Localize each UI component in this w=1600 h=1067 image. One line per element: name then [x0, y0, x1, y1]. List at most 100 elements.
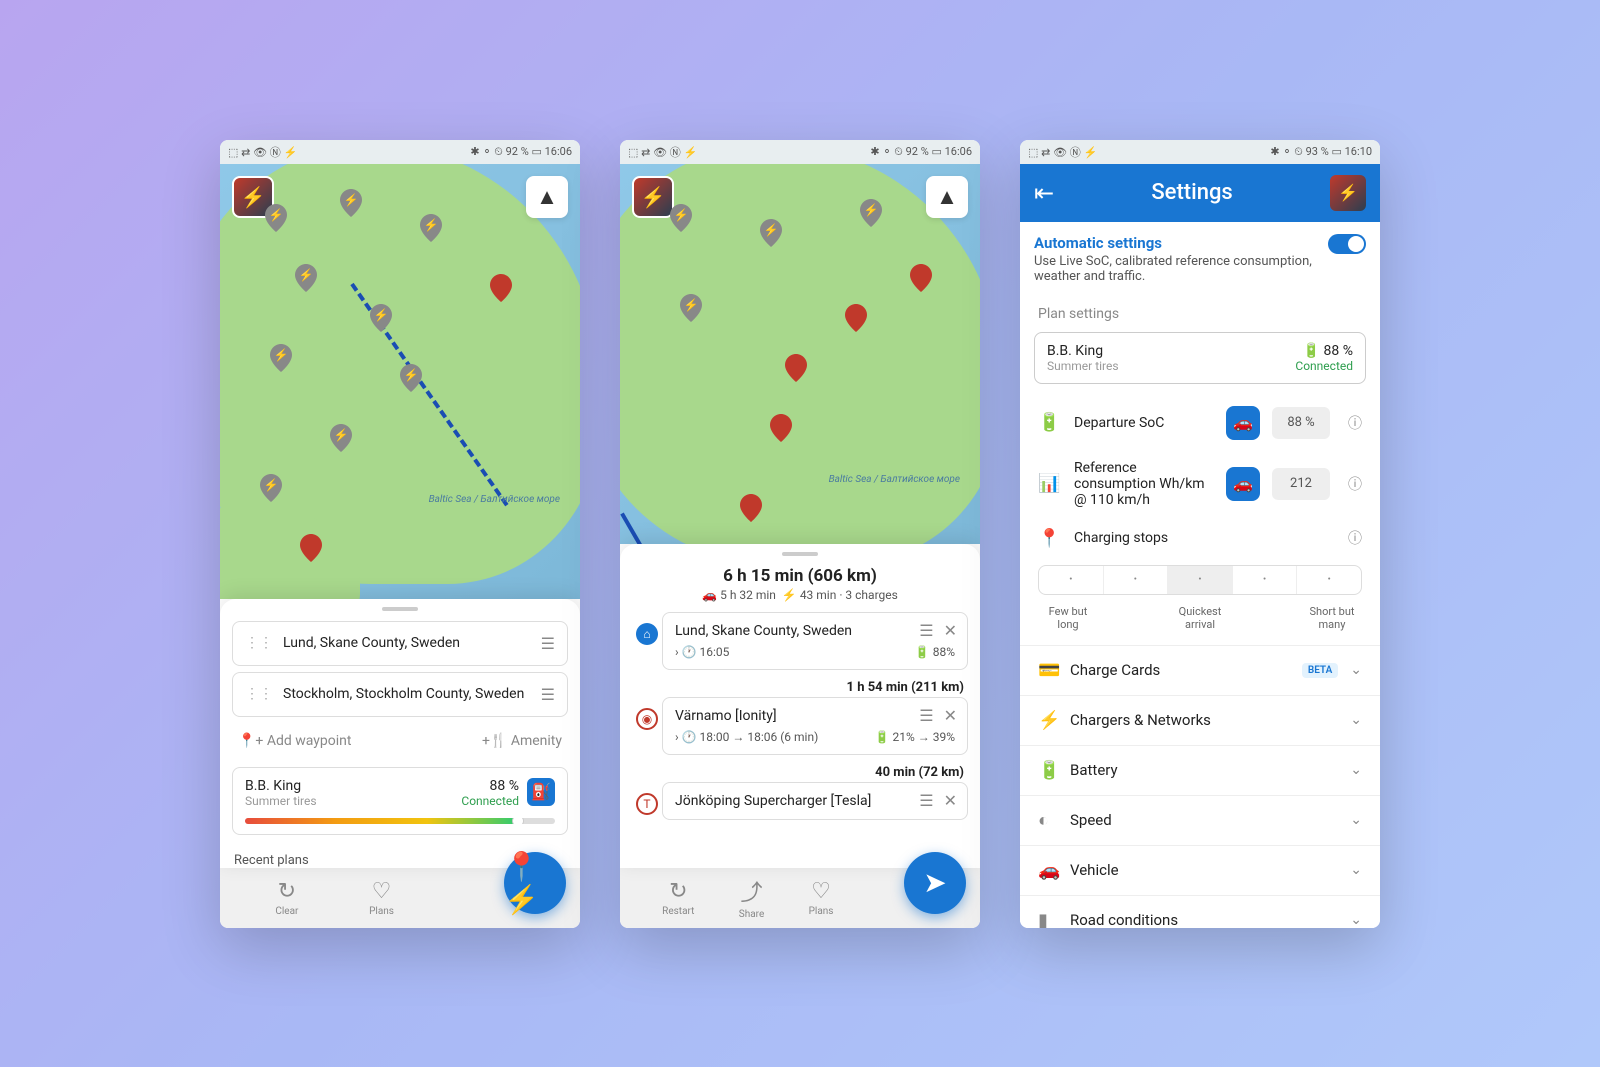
- info-icon[interactable]: ⓘ: [1348, 528, 1362, 548]
- app-logo[interactable]: ⚡: [1330, 175, 1366, 211]
- compass-button[interactable]: ▲: [926, 176, 968, 218]
- svg-text:⚡: ⚡: [674, 208, 689, 222]
- map[interactable]: ⚡ ▲ ⚡ ⚡ ⚡ ⚡ Baltic Sea / Балтийское море: [620, 164, 980, 544]
- nav-plans[interactable]: ♡Plans: [809, 879, 834, 917]
- close-icon[interactable]: ✕: [944, 621, 957, 640]
- route-stop-charger[interactable]: T Jönköping Supercharger [Tesla] ☰✕: [662, 782, 968, 820]
- nav-plans[interactable]: ♡Plans: [369, 879, 394, 917]
- charger-pin[interactable]: ⚡: [420, 214, 442, 242]
- drag-grip-icon: ⋮⋮: [245, 686, 273, 702]
- battery-icon: 🔋: [1038, 760, 1058, 781]
- app-logo[interactable]: ⚡: [632, 176, 674, 218]
- charger-pin[interactable]: ⚡: [260, 474, 282, 502]
- nav-share[interactable]: ⤴Share: [739, 875, 764, 920]
- charger-pin[interactable]: ⚡: [270, 344, 292, 372]
- ref-cons-value[interactable]: 212: [1272, 468, 1330, 500]
- auto-toggle[interactable]: [1328, 234, 1366, 254]
- trip-subtitle: 🚗 5 h 32 min ⚡ 43 min · 3 charges: [620, 588, 980, 602]
- charger-pin[interactable]: ⚡: [265, 204, 287, 232]
- chevron-down-icon: ⌄: [1350, 712, 1362, 728]
- battery-row[interactable]: 🔋 Battery ⌄: [1020, 745, 1380, 795]
- destination-pin[interactable]: [490, 274, 512, 302]
- destination-input[interactable]: ⋮⋮ Stockholm, Stockholm County, Sweden ☰: [232, 672, 568, 717]
- charge-stop-pin[interactable]: [845, 304, 867, 332]
- close-icon[interactable]: ✕: [944, 706, 957, 725]
- battery-slider[interactable]: [245, 818, 555, 824]
- charge-stop-pin[interactable]: [785, 354, 807, 382]
- auto-button[interactable]: 🚗: [1226, 406, 1260, 440]
- status-left: ⬚ ⇄ 👁 Ⓝ ⚡: [628, 144, 697, 160]
- charger-pin[interactable]: ⚡: [680, 294, 702, 322]
- destination-pin[interactable]: [910, 264, 932, 292]
- charger-pin[interactable]: ⚡: [340, 189, 362, 217]
- plan-route-fab[interactable]: 📍⚡: [504, 852, 566, 914]
- route-stop-origin[interactable]: ⌂ Lund, Skane County, Sweden ☰✕ › 🕐 16:0…: [662, 612, 968, 670]
- nav-clear[interactable]: ↻Clear: [275, 879, 298, 917]
- svg-text:⚡: ⚡: [404, 368, 419, 382]
- chevron-down-icon: ⌄: [1350, 762, 1362, 778]
- drag-handle[interactable]: [382, 607, 418, 611]
- tune-icon[interactable]: ☰: [919, 791, 933, 810]
- auto-title: Automatic settings: [1034, 234, 1318, 252]
- charge-stop-pin[interactable]: [770, 414, 792, 442]
- nav-restart[interactable]: ↻Restart: [662, 879, 694, 917]
- compass-button[interactable]: ▲: [526, 176, 568, 218]
- svg-text:⚡: ⚡: [334, 428, 349, 442]
- vehicle-row[interactable]: 🚗 Vehicle ⌄: [1020, 845, 1380, 895]
- chargers-row[interactable]: ⚡ Chargers & Networks ⌄: [1020, 695, 1380, 745]
- vehicle-status: Connected: [1295, 359, 1353, 373]
- status-bar: ⬚ ⇄ 👁 Ⓝ ⚡ ✱ ⚬ ⏲ 93 % ▭ 16:10: [1020, 140, 1380, 164]
- charge-cards-row[interactable]: 💳 Charge Cards BETA ⌄: [1020, 645, 1380, 695]
- settings-body[interactable]: Automatic settings Use Live SoC, calibra…: [1020, 222, 1380, 928]
- origin-pin[interactable]: [300, 534, 322, 562]
- drag-handle[interactable]: [782, 552, 818, 556]
- departure-soc-value[interactable]: 88 %: [1272, 407, 1330, 439]
- beta-badge: BETA: [1302, 663, 1338, 678]
- info-icon[interactable]: ⓘ: [1348, 413, 1362, 433]
- sea-label: Baltic Sea / Балтийское море: [829, 474, 960, 485]
- info-icon[interactable]: ⓘ: [1348, 474, 1362, 494]
- bottom-sheet[interactable]: 6 h 15 min (606 km) 🚗 5 h 32 min ⚡ 43 mi…: [620, 544, 980, 868]
- vehicle-card[interactable]: B.B. King Summer tires 88 % Connected ⛽: [232, 767, 568, 835]
- amenity-button[interactable]: +🍴 Amenity: [482, 733, 562, 749]
- charger-pin[interactable]: ⚡: [295, 264, 317, 292]
- charger-pin[interactable]: ⚡: [760, 219, 782, 247]
- svg-text:⚡: ⚡: [344, 193, 359, 207]
- screen-route-result: ⬚ ⇄ 👁 Ⓝ ⚡ ✱ ⚬ ⏲ 92 % ▭ 16:06 ⚡ ▲ ⚡ ⚡ ⚡ ⚡…: [620, 140, 980, 928]
- departure-soc-label: Departure SoC: [1074, 415, 1214, 431]
- charger-pin[interactable]: ⚡: [400, 364, 422, 392]
- charger-pin[interactable]: ⚡: [330, 424, 352, 452]
- charge-strategy-slider[interactable]: ·····: [1038, 565, 1362, 595]
- tune-icon[interactable]: ☰: [541, 685, 555, 704]
- back-button[interactable]: ⇤: [1034, 179, 1054, 207]
- screen-plan-input: ⬚ ⇄ 👁 Ⓝ ⚡ ✱ ⚬ ⏲ 92 % ▭ 16:06 ⚡ ▲ ⚡ ⚡ ⚡ ⚡…: [220, 140, 580, 928]
- svg-text:⚡: ⚡: [269, 208, 284, 222]
- map[interactable]: ⚡ ▲ ⚡ ⚡ ⚡ ⚡ ⚡ ⚡ ⚡ ⚡ ⚡ Baltic Sea / Балти…: [220, 164, 580, 599]
- departure-soc-row: 🔋 Departure SoC 🚗 88 % ⓘ: [1020, 396, 1380, 450]
- navigate-fab[interactable]: ➤: [904, 852, 966, 914]
- plan-settings-label: Plan settings: [1020, 296, 1380, 328]
- vehicle-box[interactable]: B.B. King Summer tires 🔋 88 % Connected: [1034, 332, 1366, 384]
- charger-pin[interactable]: ⚡: [670, 204, 692, 232]
- road-row[interactable]: ▮ Road conditions ⌄: [1020, 895, 1380, 928]
- svg-text:⚡: ⚡: [764, 223, 779, 237]
- tune-icon[interactable]: ☰: [541, 634, 555, 653]
- tune-icon[interactable]: ☰: [919, 706, 933, 725]
- bars-icon: 📊: [1038, 473, 1062, 494]
- bottom-sheet[interactable]: ⋮⋮ Lund, Skane County, Sweden ☰ ⋮⋮ Stock…: [220, 599, 580, 868]
- origin-pin[interactable]: [740, 494, 762, 522]
- close-icon[interactable]: ✕: [944, 791, 957, 810]
- destination-text: Stockholm, Stockholm County, Sweden: [283, 686, 531, 702]
- charger-pin[interactable]: ⚡: [370, 304, 392, 332]
- route-stop-charger[interactable]: ◉ Värnamo [Ionity] ☰✕ › 🕐 18:00 → 18:06 …: [662, 697, 968, 755]
- auto-button[interactable]: 🚗: [1226, 467, 1260, 501]
- origin-input[interactable]: ⋮⋮ Lund, Skane County, Sweden ☰: [232, 621, 568, 666]
- status-right: ✱ ⚬ ⏲ 92 % ▭ 16:06: [470, 145, 572, 159]
- charger-pin[interactable]: ⚡: [860, 199, 882, 227]
- stop-name: Jönköping Supercharger [Tesla]: [675, 793, 955, 809]
- svg-text:⚡: ⚡: [264, 478, 279, 492]
- speed-row[interactable]: ◐ Speed ⌄: [1020, 795, 1380, 845]
- tune-icon[interactable]: ☰: [919, 621, 933, 640]
- add-waypoint-button[interactable]: 📍+ Add waypoint: [238, 733, 351, 749]
- svg-text:⚡: ⚡: [424, 218, 439, 232]
